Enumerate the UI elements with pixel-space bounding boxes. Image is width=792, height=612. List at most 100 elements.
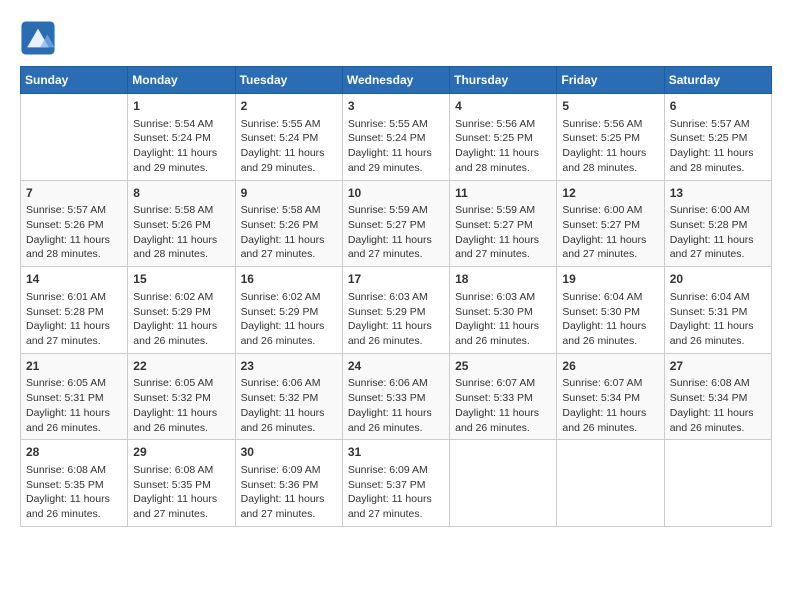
daylight-text-cont: and 26 minutes.	[348, 421, 444, 436]
sunrise-text: Sunrise: 6:08 AM	[670, 376, 766, 391]
sunrise-text: Sunrise: 6:07 AM	[562, 376, 658, 391]
day-number: 6	[670, 98, 766, 115]
daylight-text-cont: and 26 minutes.	[348, 334, 444, 349]
sunset-text: Sunset: 5:26 PM	[26, 218, 122, 233]
day-number: 30	[241, 444, 337, 461]
daylight-text-cont: and 26 minutes.	[455, 421, 551, 436]
header-wednesday: Wednesday	[342, 67, 449, 94]
daylight-text-cont: and 27 minutes.	[26, 334, 122, 349]
day-number: 18	[455, 271, 551, 288]
daylight-text-cont: and 26 minutes.	[670, 421, 766, 436]
daylight-text-cont: and 26 minutes.	[455, 334, 551, 349]
sunset-text: Sunset: 5:35 PM	[26, 478, 122, 493]
daylight-text: Daylight: 11 hours	[562, 406, 658, 421]
day-info: Sunrise: 5:56 AMSunset: 5:25 PMDaylight:…	[455, 117, 551, 176]
sunset-text: Sunset: 5:26 PM	[241, 218, 337, 233]
day-number: 16	[241, 271, 337, 288]
daylight-text-cont: and 28 minutes.	[455, 161, 551, 176]
calendar-cell	[557, 440, 664, 527]
sunrise-text: Sunrise: 6:02 AM	[133, 290, 229, 305]
daylight-text: Daylight: 11 hours	[455, 406, 551, 421]
week-row-3: 21Sunrise: 6:05 AMSunset: 5:31 PMDayligh…	[21, 353, 772, 440]
daylight-text: Daylight: 11 hours	[562, 233, 658, 248]
sunset-text: Sunset: 5:27 PM	[348, 218, 444, 233]
calendar-cell: 6Sunrise: 5:57 AMSunset: 5:25 PMDaylight…	[664, 94, 771, 181]
daylight-text: Daylight: 11 hours	[670, 406, 766, 421]
day-info: Sunrise: 5:57 AMSunset: 5:26 PMDaylight:…	[26, 203, 122, 262]
daylight-text: Daylight: 11 hours	[26, 233, 122, 248]
daylight-text: Daylight: 11 hours	[455, 233, 551, 248]
day-number: 10	[348, 185, 444, 202]
sunrise-text: Sunrise: 6:08 AM	[26, 463, 122, 478]
day-number: 9	[241, 185, 337, 202]
day-info: Sunrise: 6:08 AMSunset: 5:35 PMDaylight:…	[133, 463, 229, 522]
header-thursday: Thursday	[450, 67, 557, 94]
day-info: Sunrise: 6:06 AMSunset: 5:32 PMDaylight:…	[241, 376, 337, 435]
calendar-cell: 28Sunrise: 6:08 AMSunset: 5:35 PMDayligh…	[21, 440, 128, 527]
sunset-text: Sunset: 5:34 PM	[562, 391, 658, 406]
sunrise-text: Sunrise: 6:05 AM	[26, 376, 122, 391]
daylight-text: Daylight: 11 hours	[455, 319, 551, 334]
sunrise-text: Sunrise: 6:07 AM	[455, 376, 551, 391]
day-number: 17	[348, 271, 444, 288]
daylight-text: Daylight: 11 hours	[348, 406, 444, 421]
week-row-4: 28Sunrise: 6:08 AMSunset: 5:35 PMDayligh…	[21, 440, 772, 527]
daylight-text-cont: and 26 minutes.	[562, 334, 658, 349]
calendar-table: SundayMondayTuesdayWednesdayThursdayFrid…	[20, 66, 772, 527]
day-number: 2	[241, 98, 337, 115]
calendar-cell: 12Sunrise: 6:00 AMSunset: 5:27 PMDayligh…	[557, 180, 664, 267]
sunrise-text: Sunrise: 5:57 AM	[670, 117, 766, 132]
daylight-text: Daylight: 11 hours	[133, 492, 229, 507]
calendar-cell: 27Sunrise: 6:08 AMSunset: 5:34 PMDayligh…	[664, 353, 771, 440]
logo-icon	[20, 20, 56, 56]
calendar-body: 1Sunrise: 5:54 AMSunset: 5:24 PMDaylight…	[21, 94, 772, 527]
day-number: 1	[133, 98, 229, 115]
day-info: Sunrise: 6:01 AMSunset: 5:28 PMDaylight:…	[26, 290, 122, 349]
calendar-cell	[664, 440, 771, 527]
calendar-cell: 20Sunrise: 6:04 AMSunset: 5:31 PMDayligh…	[664, 267, 771, 354]
header-friday: Friday	[557, 67, 664, 94]
daylight-text: Daylight: 11 hours	[241, 492, 337, 507]
calendar-cell	[450, 440, 557, 527]
daylight-text: Daylight: 11 hours	[26, 406, 122, 421]
sunset-text: Sunset: 5:33 PM	[348, 391, 444, 406]
day-number: 19	[562, 271, 658, 288]
sunrise-text: Sunrise: 6:06 AM	[348, 376, 444, 391]
calendar-cell: 15Sunrise: 6:02 AMSunset: 5:29 PMDayligh…	[128, 267, 235, 354]
calendar-cell: 17Sunrise: 6:03 AMSunset: 5:29 PMDayligh…	[342, 267, 449, 354]
daylight-text-cont: and 28 minutes.	[26, 247, 122, 262]
calendar-cell: 18Sunrise: 6:03 AMSunset: 5:30 PMDayligh…	[450, 267, 557, 354]
daylight-text: Daylight: 11 hours	[562, 146, 658, 161]
daylight-text-cont: and 27 minutes.	[241, 507, 337, 522]
calendar-cell: 14Sunrise: 6:01 AMSunset: 5:28 PMDayligh…	[21, 267, 128, 354]
daylight-text: Daylight: 11 hours	[348, 233, 444, 248]
sunset-text: Sunset: 5:28 PM	[670, 218, 766, 233]
day-info: Sunrise: 6:04 AMSunset: 5:30 PMDaylight:…	[562, 290, 658, 349]
sunrise-text: Sunrise: 6:01 AM	[26, 290, 122, 305]
day-info: Sunrise: 6:00 AMSunset: 5:28 PMDaylight:…	[670, 203, 766, 262]
calendar-cell: 10Sunrise: 5:59 AMSunset: 5:27 PMDayligh…	[342, 180, 449, 267]
sunrise-text: Sunrise: 5:54 AM	[133, 117, 229, 132]
calendar-cell: 7Sunrise: 5:57 AMSunset: 5:26 PMDaylight…	[21, 180, 128, 267]
day-info: Sunrise: 5:55 AMSunset: 5:24 PMDaylight:…	[348, 117, 444, 176]
daylight-text-cont: and 26 minutes.	[670, 334, 766, 349]
sunrise-text: Sunrise: 6:05 AM	[133, 376, 229, 391]
sunrise-text: Sunrise: 5:59 AM	[455, 203, 551, 218]
day-number: 25	[455, 358, 551, 375]
day-info: Sunrise: 6:02 AMSunset: 5:29 PMDaylight:…	[241, 290, 337, 349]
sunset-text: Sunset: 5:29 PM	[241, 305, 337, 320]
daylight-text: Daylight: 11 hours	[670, 233, 766, 248]
day-number: 20	[670, 271, 766, 288]
daylight-text-cont: and 26 minutes.	[133, 421, 229, 436]
daylight-text: Daylight: 11 hours	[133, 319, 229, 334]
sunset-text: Sunset: 5:34 PM	[670, 391, 766, 406]
sunset-text: Sunset: 5:27 PM	[455, 218, 551, 233]
sunrise-text: Sunrise: 6:03 AM	[348, 290, 444, 305]
day-number: 27	[670, 358, 766, 375]
day-number: 26	[562, 358, 658, 375]
calendar-cell	[21, 94, 128, 181]
header-saturday: Saturday	[664, 67, 771, 94]
sunrise-text: Sunrise: 5:59 AM	[348, 203, 444, 218]
daylight-text-cont: and 27 minutes.	[241, 247, 337, 262]
daylight-text: Daylight: 11 hours	[562, 319, 658, 334]
